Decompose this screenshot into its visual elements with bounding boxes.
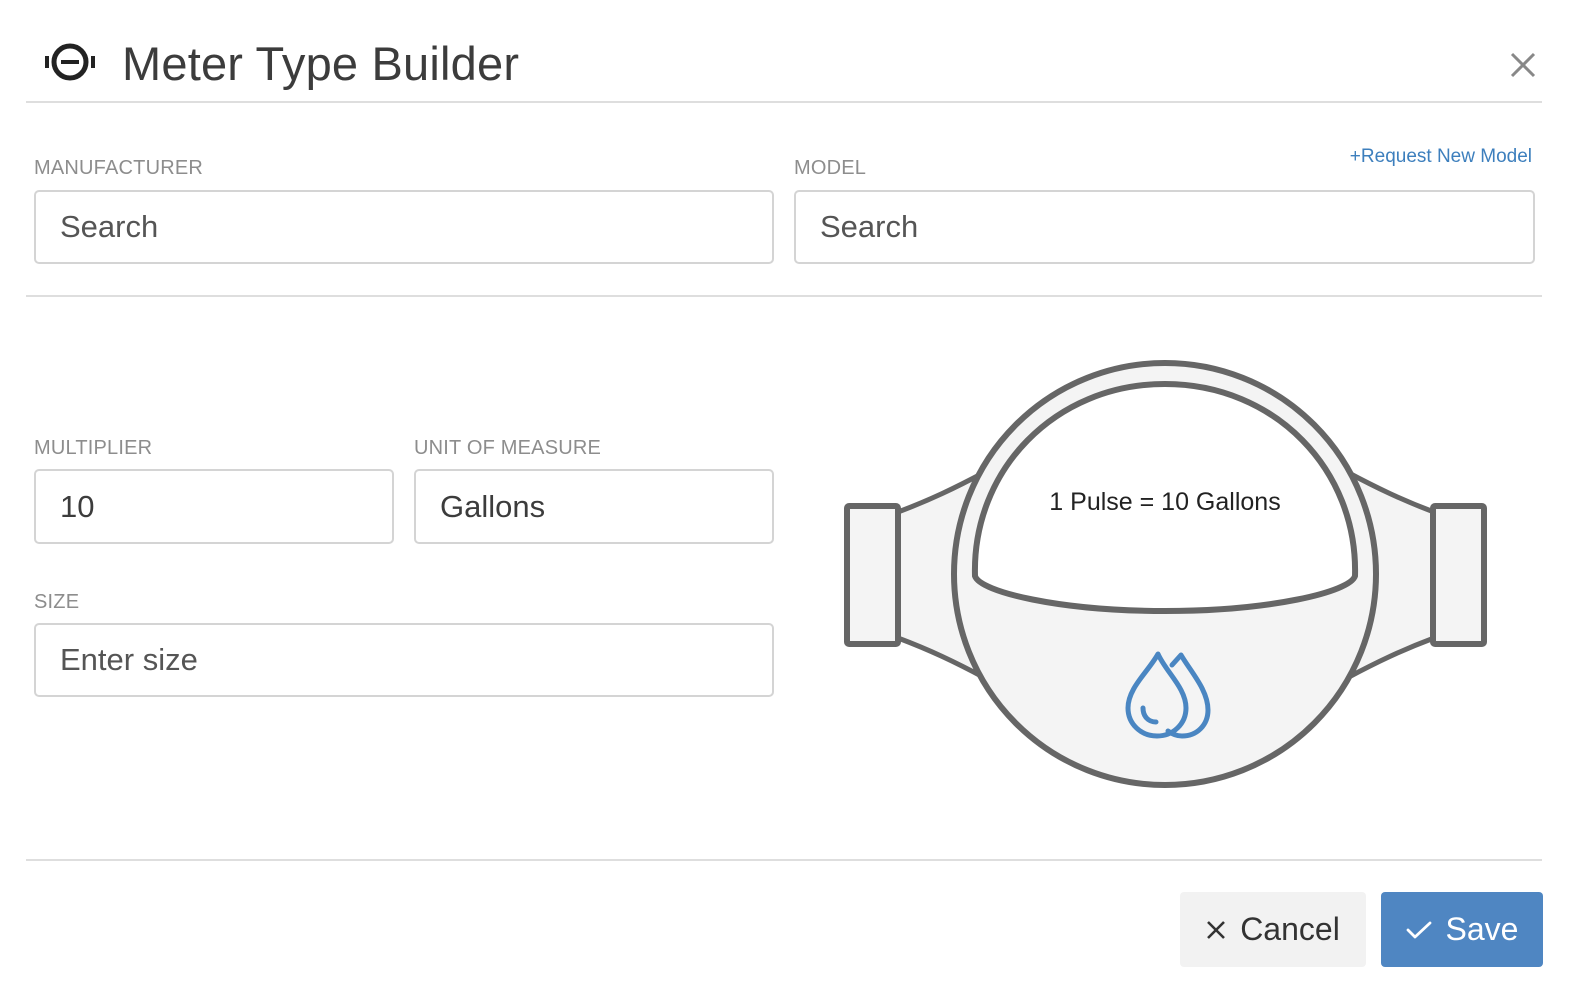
unit-of-measure-input[interactable]	[414, 469, 774, 544]
save-button[interactable]: Save	[1381, 892, 1543, 967]
size-label: SIZE	[34, 591, 80, 613]
footer-divider	[26, 859, 1542, 861]
save-label: Save	[1445, 911, 1519, 947]
multiplier-input[interactable]	[34, 469, 394, 544]
pulse-conversion-text: 1 Pulse = 10 Gallons	[1049, 488, 1281, 516]
dialog-header: Meter Type Builder	[26, 0, 1542, 103]
cancel-label: Cancel	[1240, 911, 1340, 947]
request-new-model-label: Request New Model	[1360, 146, 1532, 167]
request-new-model-link[interactable]: +Request New Model	[1350, 146, 1532, 168]
model-label: MODEL	[794, 157, 867, 179]
x-icon	[1206, 920, 1226, 940]
multiplier-label: MULTIPLIER	[34, 437, 153, 459]
manufacturer-label: MANUFACTURER	[34, 157, 204, 179]
size-input[interactable]	[34, 623, 774, 697]
section-divider	[26, 295, 1542, 297]
meter-icon	[44, 40, 96, 84]
cancel-button[interactable]: Cancel	[1180, 892, 1366, 967]
dialog-title: Meter Type Builder	[122, 37, 520, 90]
model-search-input[interactable]	[794, 190, 1535, 264]
close-icon[interactable]	[1510, 52, 1536, 78]
check-icon	[1406, 920, 1432, 940]
manufacturer-search-input[interactable]	[34, 190, 774, 264]
meter-illustration	[844, 360, 1487, 788]
unit-of-measure-label: UNIT OF MEASURE	[414, 437, 602, 459]
plus-icon: +	[1349, 146, 1361, 167]
